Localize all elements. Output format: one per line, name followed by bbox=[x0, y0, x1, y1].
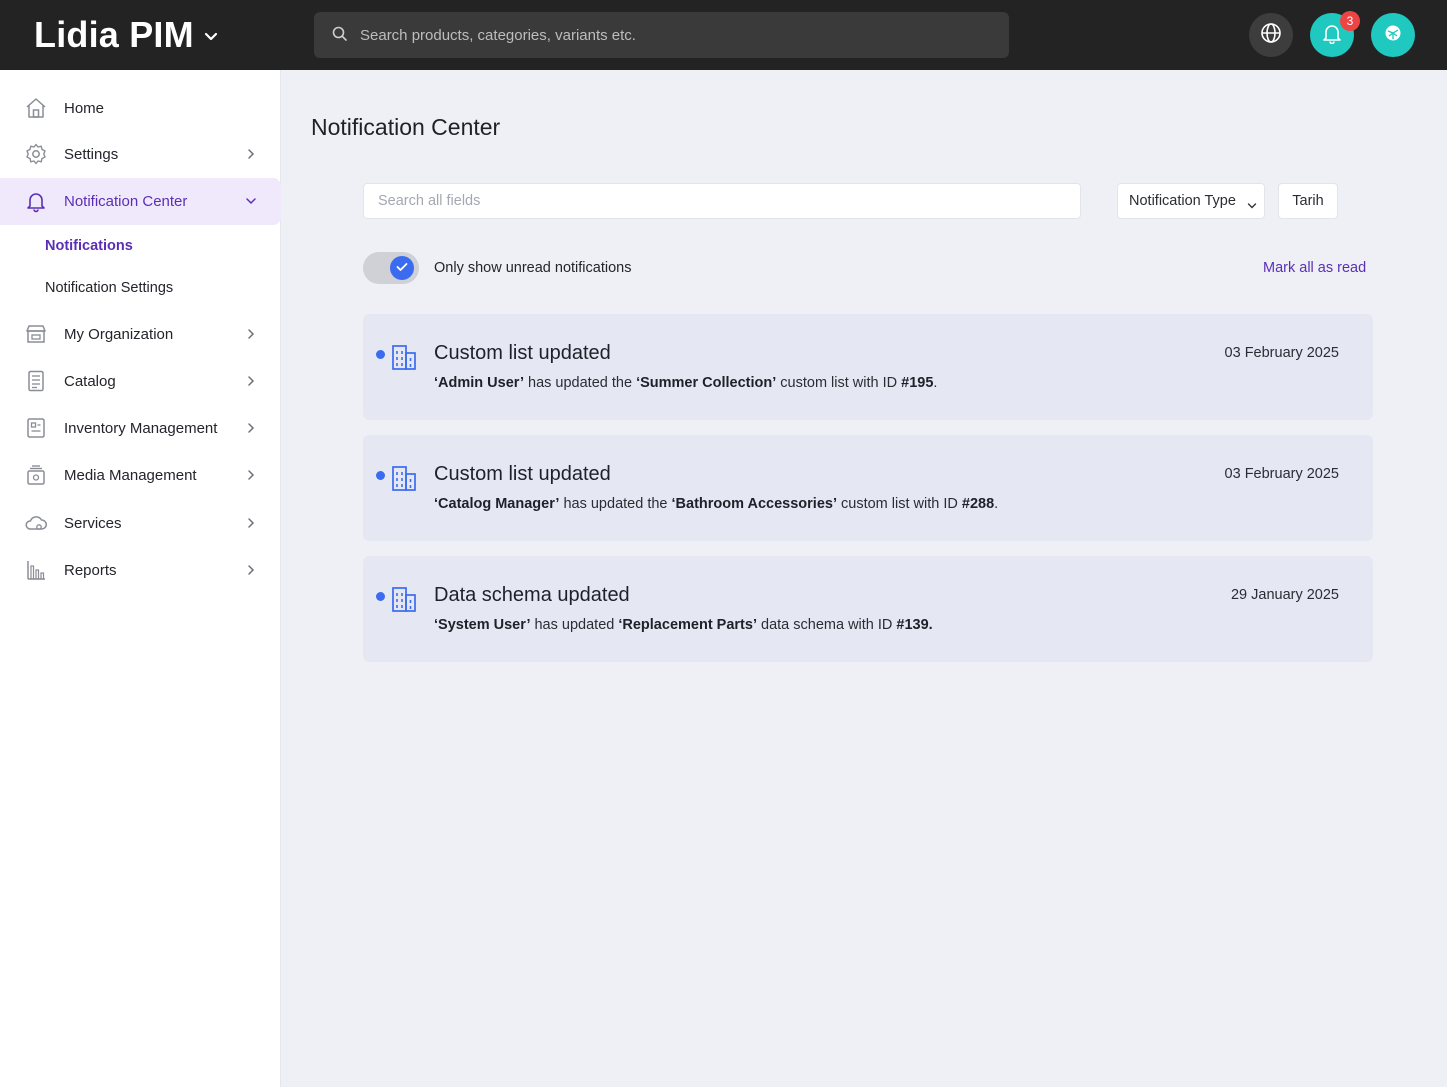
notification-date: 29 January 2025 bbox=[1230, 587, 1339, 603]
sidebar-item-services[interactable]: Services bbox=[0, 500, 281, 547]
bell-icon bbox=[1321, 22, 1343, 49]
message-text: custom list with ID bbox=[837, 496, 962, 512]
chevron-down-icon bbox=[244, 194, 258, 213]
sidebar-item-media-management[interactable]: Media Management bbox=[0, 452, 281, 499]
search-icon bbox=[332, 26, 348, 47]
search-fields-box bbox=[363, 183, 1081, 219]
global-search bbox=[314, 12, 1009, 58]
chevron-right-icon bbox=[244, 374, 258, 393]
home-icon bbox=[24, 96, 48, 120]
sidebar-item-settings[interactable]: Settings bbox=[0, 131, 281, 178]
sidebar-item-label: Reports bbox=[64, 562, 117, 579]
sidebar-item-catalog[interactable]: Catalog bbox=[0, 358, 281, 405]
unread-only-toggle[interactable] bbox=[363, 252, 419, 284]
notification-type-label: Notification Type bbox=[1129, 193, 1236, 209]
sidebar-item-label: Catalog bbox=[64, 373, 116, 390]
sidebar-item-label: My Organization bbox=[64, 326, 174, 343]
brand-title: Lidia PIM bbox=[34, 14, 194, 55]
chevron-right-icon bbox=[244, 421, 258, 440]
page-title: Notification Center bbox=[311, 114, 501, 140]
check-icon bbox=[396, 259, 408, 277]
chevron-right-icon bbox=[244, 516, 258, 535]
unread-dot bbox=[376, 350, 385, 359]
search-fields-input[interactable] bbox=[364, 184, 1080, 218]
mark-all-read-link[interactable]: Mark all as read bbox=[1263, 260, 1366, 276]
chevron-right-icon bbox=[244, 468, 258, 487]
chevron-right-icon bbox=[244, 563, 258, 582]
sidebar-item-reports[interactable]: Reports bbox=[0, 547, 281, 594]
store-icon bbox=[24, 322, 48, 346]
building-icon bbox=[391, 585, 417, 613]
bell-icon bbox=[24, 189, 48, 213]
chart-icon bbox=[24, 558, 48, 582]
global-search-input[interactable] bbox=[360, 12, 980, 58]
top-bar: Lidia PIM 3 bbox=[0, 0, 1447, 70]
notification-card[interactable]: Custom list updated 03 February 2025 ‘Ad… bbox=[363, 314, 1373, 420]
notification-date: 03 February 2025 bbox=[1224, 466, 1339, 482]
user-avatar[interactable] bbox=[1371, 13, 1415, 57]
chevron-down-icon bbox=[204, 29, 218, 45]
sidebar-subitem-notification-settings[interactable]: Notification Settings bbox=[45, 280, 173, 296]
notification-id: #288 bbox=[961, 496, 995, 512]
chevron-right-icon bbox=[244, 147, 258, 166]
language-button[interactable] bbox=[1249, 13, 1293, 57]
brand-switcher[interactable]: Lidia PIM bbox=[34, 14, 218, 56]
unread-only-label: Only show unread notifications bbox=[434, 260, 632, 276]
sidebar-item-label: Home bbox=[64, 100, 105, 117]
message-text: custom list with ID bbox=[776, 375, 902, 391]
sidebar-item-inventory-management[interactable]: Inventory Management bbox=[0, 405, 281, 452]
cloud-icon bbox=[24, 511, 48, 535]
sidebar-item-label: Services bbox=[64, 515, 122, 532]
unread-dot bbox=[376, 592, 385, 601]
notification-actor: System User bbox=[438, 617, 527, 633]
notification-count-badge: 3 bbox=[1340, 11, 1360, 31]
sidebar-item-notification-center[interactable]: Notification Center bbox=[0, 178, 281, 225]
message-text: data schema with ID bbox=[756, 617, 897, 633]
notification-title: Custom list updated bbox=[434, 342, 611, 364]
notification-target: Replacement Parts bbox=[622, 617, 753, 633]
sidebar-item-label: Settings bbox=[64, 146, 119, 163]
inventory-icon bbox=[24, 416, 48, 440]
message-text: has updated the bbox=[523, 375, 637, 391]
notification-date: 03 February 2025 bbox=[1224, 345, 1339, 361]
notification-card[interactable]: Data schema updated 29 January 2025 ‘Sys… bbox=[363, 556, 1373, 662]
chevron-right-icon bbox=[244, 327, 258, 346]
message-end: . bbox=[933, 375, 938, 391]
catalog-icon bbox=[24, 369, 48, 393]
globe-icon bbox=[1260, 22, 1282, 49]
sidebar-item-label: Inventory Management bbox=[64, 420, 218, 437]
notification-title: Data schema updated bbox=[434, 584, 630, 606]
notification-target: Summer Collection bbox=[640, 375, 773, 391]
notification-id: #139. bbox=[896, 617, 933, 633]
building-icon bbox=[391, 464, 417, 492]
media-icon bbox=[24, 463, 48, 487]
sidebar: Home Settings Notification Center Notifi… bbox=[0, 70, 281, 1087]
building-icon bbox=[391, 343, 417, 371]
notification-actor: Admin User bbox=[438, 375, 520, 391]
sidebar-item-label: Media Management bbox=[64, 467, 197, 484]
notification-actor: Catalog Manager bbox=[438, 496, 556, 512]
notification-message: ‘System User’ has updated ‘Replacement P… bbox=[434, 617, 933, 633]
notification-message: ‘Catalog Manager’ has updated the ‘Bathr… bbox=[434, 496, 998, 512]
unread-dot bbox=[376, 471, 385, 480]
sidebar-item-home[interactable]: Home bbox=[0, 85, 281, 132]
message-text: has updated bbox=[530, 617, 619, 633]
notification-title: Custom list updated bbox=[434, 463, 611, 485]
date-filter-button[interactable]: Tarih bbox=[1278, 183, 1338, 219]
message-end: . bbox=[994, 496, 999, 512]
notification-card[interactable]: Custom list updated 03 February 2025 ‘Ca… bbox=[363, 435, 1373, 541]
notification-id: #195 bbox=[901, 375, 934, 391]
sidebar-item-label: Notification Center bbox=[64, 193, 188, 210]
gear-icon bbox=[24, 142, 48, 166]
avatar-logo-icon bbox=[1384, 24, 1402, 47]
sidebar-subitem-notifications[interactable]: Notifications bbox=[45, 238, 133, 254]
chevron-down-icon bbox=[1247, 197, 1257, 215]
notification-type-dropdown[interactable]: Notification Type bbox=[1117, 183, 1265, 219]
toggle-knob bbox=[390, 256, 414, 280]
notification-message: ‘Admin User’ has updated the ‘Summer Col… bbox=[434, 375, 937, 391]
message-text: has updated the bbox=[559, 496, 672, 512]
sidebar-item-my-organization[interactable]: My Organization bbox=[0, 311, 281, 358]
notification-target: Bathroom Accessories bbox=[675, 496, 833, 512]
